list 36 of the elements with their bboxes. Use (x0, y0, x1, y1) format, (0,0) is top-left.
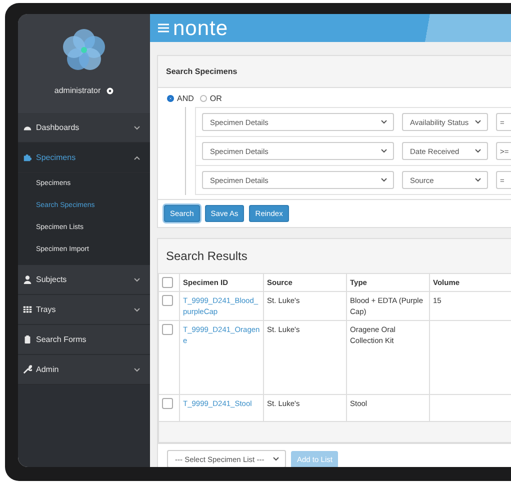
panel-title: Search Specimens (166, 67, 238, 76)
wrench-icon (23, 365, 32, 374)
puzzle-icon (23, 153, 32, 162)
user-icon (23, 275, 32, 284)
chevron-down-icon (273, 457, 279, 461)
nav-item[interactable]: Search Forms (18, 325, 150, 355)
panel-title: Search Results (166, 249, 248, 263)
row-checkbox[interactable] (162, 398, 173, 409)
flower-logo-icon (62, 26, 106, 72)
chevron-down-icon (475, 149, 481, 153)
radio-option[interactable]: OR (200, 94, 222, 103)
chevron-up-icon (134, 156, 140, 160)
chevron-down-icon (134, 126, 140, 130)
chevron-down-icon (134, 278, 140, 282)
nav-item[interactable]: Admin (18, 355, 150, 385)
chevron-down-icon (134, 368, 140, 372)
row-checkbox[interactable] (162, 324, 173, 335)
chevron-down-icon (381, 178, 387, 182)
settings-icon[interactable] (106, 86, 114, 94)
nav-item[interactable]: Dashboards (18, 113, 150, 143)
nav-item[interactable]: Trays (18, 295, 150, 325)
chevron-down-icon (134, 308, 140, 312)
brand-logo: nonte (173, 18, 228, 38)
chevron-down-icon (381, 149, 387, 153)
menu-icon[interactable] (158, 23, 169, 33)
select-all-checkbox[interactable] (162, 277, 173, 288)
nav-item[interactable]: Specimens (18, 143, 150, 173)
nav-item[interactable]: Subjects (18, 265, 150, 295)
chevron-down-icon (475, 120, 481, 124)
clipboard-icon (23, 335, 32, 344)
radio-option[interactable]: AND (167, 94, 194, 103)
username: administrator (54, 86, 101, 95)
chevron-down-icon (381, 120, 387, 124)
row-checkbox[interactable] (162, 295, 173, 306)
chevron-down-icon (475, 178, 481, 182)
grid-icon (23, 305, 32, 314)
